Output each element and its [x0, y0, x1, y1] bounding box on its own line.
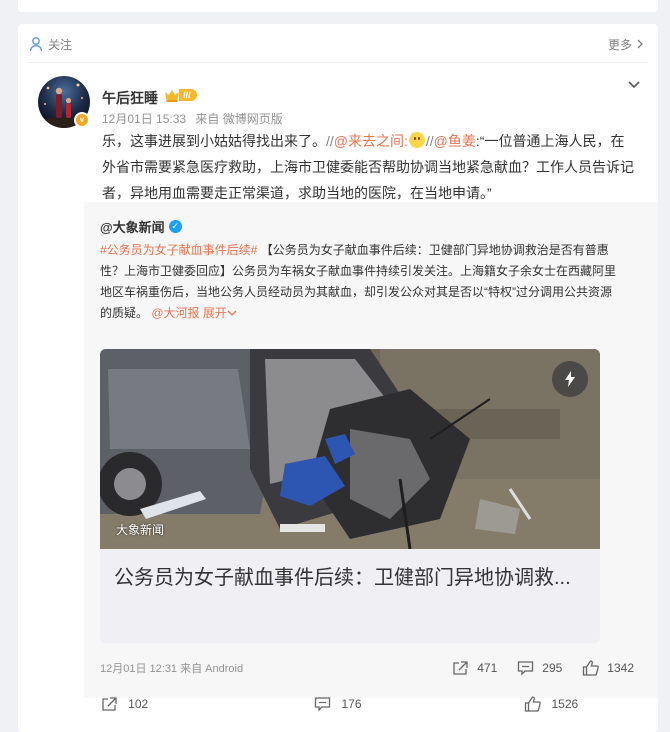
reposted-weibo[interactable]: @大象新闻 ✓ #公务员为女子献血事件后续# 【公务员为女子献血事件后续：卫健部… — [84, 202, 658, 698]
chevron-down-icon[interactable] — [626, 76, 642, 92]
mention-link[interactable]: @大河报 — [151, 306, 199, 320]
like-count: 1342 — [607, 661, 634, 675]
chevron-down-icon — [227, 310, 237, 316]
post-actions: 102 176 1526 — [18, 690, 658, 718]
expand-label: 展开 — [202, 306, 227, 320]
repost-button[interactable]: 102 — [18, 690, 231, 718]
like-icon — [583, 660, 600, 676]
repost-text: #公务员为女子献血事件后续# 【公务员为女子献血事件后续：卫健部门异地协调救治是… — [100, 240, 620, 324]
post-text-part: 乐，这事进展到小姑姑得找出来了。 — [102, 133, 326, 149]
post-card: 关注 更多 v 午后狂睡 III 12月01日 15:33 来自 微博网页版 乐… — [18, 24, 658, 732]
topic-link[interactable]: #公务员为女子献血事件后续# — [100, 243, 257, 257]
comment-icon — [518, 661, 534, 676]
repost-separator: // — [425, 133, 434, 149]
vip-badge[interactable]: III — [163, 87, 197, 103]
flash-button[interactable] — [552, 361, 588, 397]
repost-icon — [102, 697, 117, 711]
repost-count: 102 — [128, 697, 149, 711]
comment-count: 295 — [542, 661, 563, 675]
divider — [28, 62, 648, 63]
mention-link[interactable]: @鱼姜 — [434, 133, 476, 149]
chevron-right-icon — [637, 39, 643, 49]
repost-meta: 12月01日 12:31 来自 Android — [100, 660, 243, 676]
avatar-badge: v — [74, 112, 90, 128]
vip-level: III — [179, 89, 197, 101]
follow-label: 关注 — [48, 37, 73, 52]
emoji-icon — [408, 132, 425, 148]
post-text: 乐，这事进展到小姑姑得找出来了。//@来去之间://@鱼姜:“一位普通上海人民，… — [102, 128, 638, 206]
username[interactable]: 午后狂睡 — [102, 88, 158, 108]
expand-link[interactable]: 展开 — [203, 306, 237, 320]
previous-post-card — [18, 0, 658, 12]
article-title[interactable]: 公务员为女子献血事件后续：卫健部门异地协调救... — [114, 563, 584, 593]
flash-icon — [565, 371, 575, 387]
repost-username[interactable]: @大象新闻 ✓ — [100, 217, 182, 236]
article-image — [100, 349, 600, 549]
repost-like-button[interactable]: 1342 — [582, 660, 634, 676]
repost-source: 来自 Android — [180, 663, 244, 675]
repost-repost-button[interactable]: 471 — [452, 660, 497, 676]
post-meta: 12月01日 15:33 来自 微博网页版 — [102, 110, 283, 127]
repost-separator: // — [326, 133, 334, 149]
repost-username-label: @大象新闻 — [100, 220, 165, 235]
repost-timestamp[interactable]: 12月01日 12:31 — [100, 663, 177, 675]
more-label: 更多 — [607, 37, 632, 52]
follow-bar: 关注 — [28, 34, 72, 54]
post-source: 来自 微博网页版 — [195, 112, 283, 126]
comment-icon — [315, 697, 331, 712]
verified-icon: ✓ — [168, 220, 182, 233]
like-button[interactable]: 1526 — [445, 690, 658, 718]
repost-comment-button[interactable]: 295 — [517, 660, 562, 676]
mention-link[interactable]: @来去之间: — [334, 133, 408, 149]
repost-actions: 471 295 1342 — [432, 660, 634, 676]
image-watermark: 大象新闻 — [116, 523, 165, 537]
repost-icon — [453, 661, 468, 675]
more-button[interactable]: 更多 — [608, 34, 644, 54]
comment-button[interactable]: 176 — [231, 690, 444, 718]
article-card[interactable]: 大象新闻 公务员为女子献血事件后续：卫健部门异地协调救... — [100, 349, 600, 643]
repost-count: 471 — [477, 661, 498, 675]
like-icon — [525, 696, 542, 712]
like-count: 1526 — [551, 697, 579, 711]
comment-count: 176 — [341, 697, 362, 711]
user-icon — [29, 37, 43, 52]
post-timestamp[interactable]: 12月01日 15:33 — [102, 112, 186, 126]
